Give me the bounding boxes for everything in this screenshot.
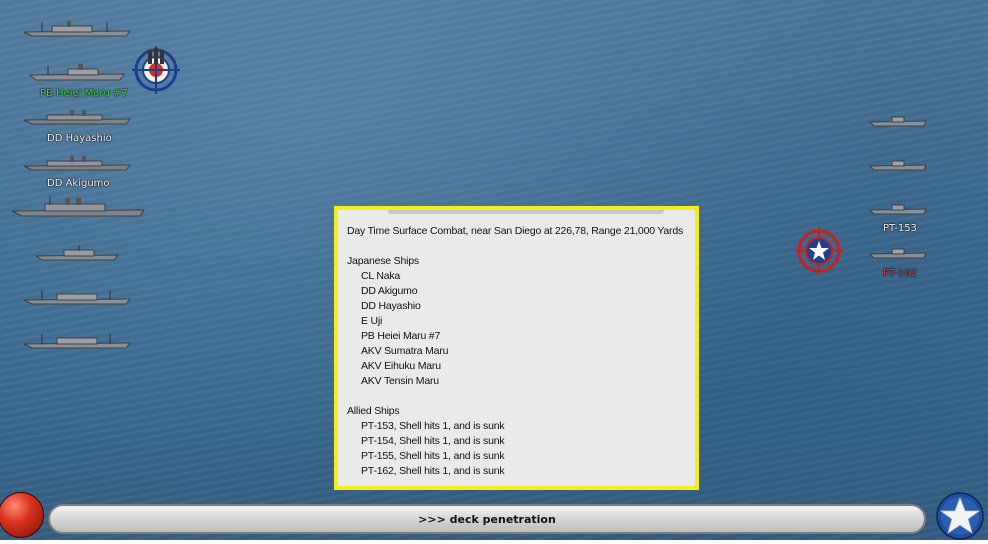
panel-scroll-handle[interactable] xyxy=(388,210,664,214)
japanese-ship-entry: AKV Eihuku Maru xyxy=(361,360,441,372)
combat-report-panel[interactable]: Day Time Surface Combat, near San Diego … xyxy=(334,206,699,490)
japanese-ship-entry: AKV Sumatra Maru xyxy=(361,345,449,357)
japanese-ship-entry: E Uji xyxy=(361,315,383,327)
allied-ships-title: Allied Ships xyxy=(347,405,400,417)
combat-header: Day Time Surface Combat, near San Diego … xyxy=(347,225,684,237)
allied-ship-2[interactable] xyxy=(868,158,928,174)
japanese-ship-entry: CL Naka xyxy=(361,270,401,282)
japanese-ship-1[interactable] xyxy=(22,20,132,37)
red-ball-button-icon[interactable] xyxy=(0,492,44,538)
japanese-ship-heiei[interactable] xyxy=(28,64,126,81)
allied-ship-1[interactable] xyxy=(868,114,928,130)
ship-label-pt162: PT-162 xyxy=(883,268,917,279)
japanese-ship-naka[interactable] xyxy=(10,196,146,217)
us-star-button-icon[interactable] xyxy=(936,492,984,540)
japanese-ship-7[interactable] xyxy=(22,288,132,305)
ship-label-heiei: PB Heiei Maru #7 xyxy=(40,88,128,99)
japanese-ship-8[interactable] xyxy=(22,332,132,349)
japanese-ship-uji[interactable] xyxy=(34,244,120,261)
allied-ship-entry: PT-153, Shell hits 1, and is sunk xyxy=(361,420,505,432)
allied-ship-pt153[interactable] xyxy=(868,202,928,218)
allied-ship-entry: PT-155, Shell hits 1, and is sunk xyxy=(361,450,505,462)
japanese-ship-hayashio[interactable] xyxy=(22,108,132,125)
japanese-ship-entry: DD Akigumo xyxy=(361,285,418,297)
allied-ship-entry: PT-154, Shell hits 1, and is sunk xyxy=(361,435,505,447)
japanese-ship-entry: AKV Tensin Maru xyxy=(361,375,439,387)
japanese-target-icon xyxy=(132,46,180,98)
ship-label-akigumo: DD Akigumo xyxy=(47,178,110,189)
japanese-ship-entry: PB Heiei Maru #7 xyxy=(361,330,441,342)
combat-message: >>> deck penetration xyxy=(418,513,556,526)
allied-ship-entry: PT-162, Shell hits 1, and is sunk xyxy=(361,465,505,477)
combat-message-bar: >>> deck penetration xyxy=(48,504,926,534)
allied-target-icon xyxy=(795,227,843,279)
japanese-ship-entry: DD Hayashio xyxy=(361,300,421,312)
combat-report-text: Day Time Surface Combat, near San Diego … xyxy=(347,224,683,479)
japanese-ships-title: Japanese Ships xyxy=(347,255,419,267)
ship-label-pt153: PT-153 xyxy=(883,223,917,234)
japanese-ship-akigumo[interactable] xyxy=(22,154,132,171)
allied-ship-pt162[interactable] xyxy=(868,246,928,262)
ship-label-hayashio: DD Hayashio xyxy=(47,133,112,144)
